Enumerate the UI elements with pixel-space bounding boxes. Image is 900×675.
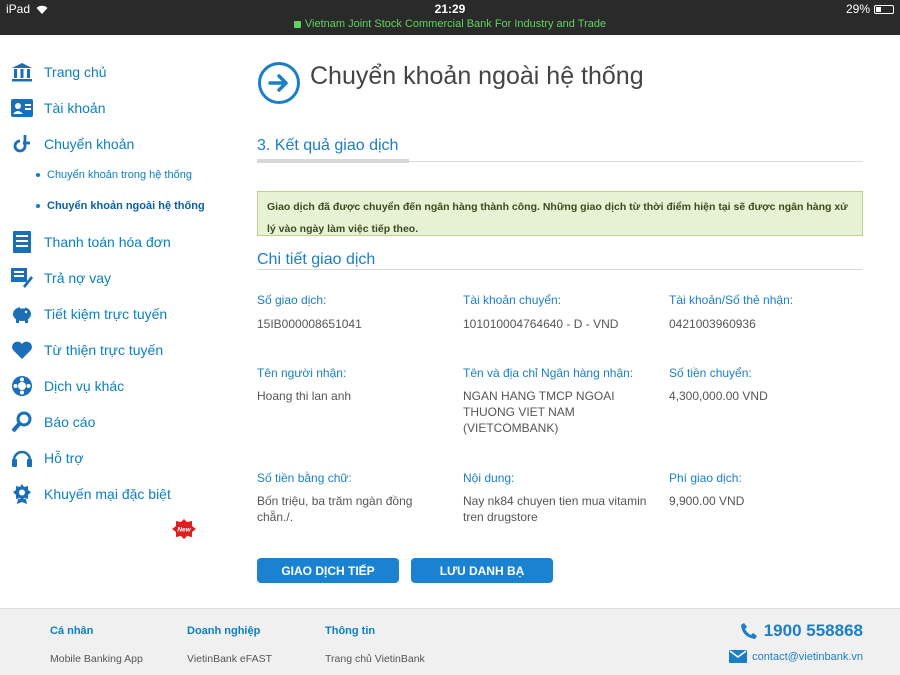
headset-icon: [10, 447, 34, 469]
field-label-description: Nội dung:: [463, 471, 515, 485]
save-contact-button[interactable]: LƯU DANH BẠ: [411, 558, 553, 583]
site-title[interactable]: Vietnam Joint Stock Commercial Bank For …: [0, 18, 900, 30]
footer-heading-business[interactable]: Doanh nghiệp: [187, 625, 260, 637]
transfer-icon: [10, 133, 34, 155]
new-transaction-button[interactable]: GIAO DỊCH TIẾP: [257, 558, 399, 583]
sidebar-item-home[interactable]: Trang chủ: [10, 61, 107, 83]
search-report-icon: [10, 411, 34, 433]
sidebar-item-other-services[interactable]: Dịch vụ khác: [10, 375, 124, 397]
phone-icon: [740, 623, 757, 639]
field-value-receiver-account: 0421003960936: [669, 317, 756, 331]
sidebar-item-label: Dịch vụ khác: [44, 378, 125, 394]
field-label-receiver-bank: Tên và địa chỉ Ngân hàng nhận:: [463, 366, 634, 380]
field-value-source-account: 101010004764640 - D - VND: [463, 317, 619, 331]
email-text: contact@vietinbank.vn: [752, 650, 863, 663]
field-label-receiver-account: Tài khoản/Số thẻ nhận:: [669, 293, 794, 307]
sidebar-item-label: Hỗ trợ: [44, 450, 84, 466]
bullet-icon: [36, 204, 40, 208]
sidebar-item-label: Thanh toán hóa đơn: [44, 234, 171, 250]
field-label-receiver-name: Tên người nhận:: [257, 366, 347, 380]
award-icon: [10, 483, 34, 505]
sidebar-item-transfer[interactable]: Chuyển khoản: [10, 133, 134, 155]
bullet-icon: [36, 173, 40, 177]
account-card-icon: [10, 97, 34, 119]
mail-icon: [729, 650, 748, 663]
site-title-text: Vietnam Joint Stock Commercial Bank For …: [304, 18, 607, 30]
footer-heading-info[interactable]: Thông tin: [325, 625, 375, 637]
sidebar-item-reports[interactable]: Báo cáo: [10, 411, 95, 433]
field-label-transaction-id: Số giao dịch:: [257, 293, 327, 307]
field-value-amount: 4,300,000.00 VND: [669, 389, 768, 403]
piggy-bank-icon: [10, 303, 34, 325]
lock-icon: [293, 20, 301, 28]
field-label-fee: Phí giao dịch:: [669, 471, 742, 485]
battery-icon: [874, 4, 894, 14]
sidebar-item-label: Trang chủ: [44, 64, 107, 80]
footer-link-mobile-banking[interactable]: Mobile Banking App: [50, 653, 143, 665]
arrow-right-circle-icon: [258, 62, 300, 104]
detail-title: Chi tiết giao dịch: [257, 251, 376, 268]
sidebar-item-label: Trả nợ vay: [44, 270, 112, 286]
sidebar-subitem-label: Chuyển khoản ngoài hệ thống: [47, 200, 205, 212]
footer-link-homepage[interactable]: Trang chủ VietinBank: [325, 653, 425, 665]
status-time: 21:29: [434, 2, 466, 16]
field-value-fee: 9,900.00 VND: [669, 494, 745, 508]
contact-email[interactable]: contact@vietinbank.vn: [729, 650, 863, 663]
sidebar-item-loan-repayment[interactable]: Trả nợ vay: [10, 267, 111, 289]
hotline[interactable]: 1900 558868: [740, 621, 863, 641]
sidebar-subitem-external-transfer[interactable]: Chuyển khoản ngoài hệ thống: [36, 200, 205, 212]
footer-link-efast[interactable]: VietinBank eFAST: [187, 653, 272, 665]
field-value-description: Nay nk84 chuyen tien mua vitamin tren dr…: [463, 494, 647, 524]
field-value-amount-in-words: Bốn triệu, ba trăm ngàn đồng chẵn./.: [257, 494, 413, 524]
field-label-amount-in-words: Số tiền bằng chữ:: [257, 471, 352, 485]
bill-icon: [10, 231, 34, 253]
sidebar-item-label: Tài khoản: [44, 100, 106, 116]
page-title: Chuyển khoản ngoài hệ thống: [310, 62, 644, 90]
sidebar-item-bill-payment[interactable]: Thanh toán hóa đơn: [10, 231, 171, 253]
sidebar-item-label: Từ thiện trực tuyến: [44, 342, 164, 358]
detail-divider: [257, 269, 863, 270]
field-label-amount: Số tiền chuyển:: [669, 366, 752, 380]
success-alert: Giao dịch đã được chuyển đến ngân hàng t…: [257, 191, 863, 236]
status-right: 29%: [846, 2, 894, 16]
new-badge-text: New: [177, 527, 191, 534]
status-bar: iPad 21:29 29% Vietnam Joint Stock Comme…: [0, 0, 900, 35]
sidebar-item-online-savings[interactable]: Tiết kiệm trực tuyến: [10, 303, 167, 325]
sidebar-item-label: Khuyến mại đặc biệt: [44, 486, 171, 502]
sidebar-item-account[interactable]: Tài khoản: [10, 97, 105, 119]
bank-icon: [10, 61, 34, 83]
sidebar-item-label: Báo cáo: [44, 414, 96, 430]
sidebar-subitem-internal-transfer[interactable]: Chuyển khoản trong hệ thống: [36, 169, 192, 181]
loan-icon: [10, 267, 34, 289]
field-label-source-account: Tài khoản chuyển:: [463, 293, 562, 307]
sidebar-item-label: Chuyển khoản: [44, 136, 135, 152]
field-value-receiver-name: Hoang thi lan anh: [257, 389, 352, 403]
sidebar-item-promotions[interactable]: Khuyến mại đặc biệt: [10, 483, 171, 505]
hotline-number: 1900 558868: [763, 621, 863, 640]
footer: Cá nhân Mobile Banking App Doanh nghiệp …: [0, 608, 900, 675]
field-value-receiver-bank: NGAN HANG TMCP NGOAI THUONG VIET NAM (VI…: [463, 389, 615, 435]
sidebar-item-support[interactable]: Hỗ trợ: [10, 447, 84, 469]
services-icon: [10, 375, 34, 397]
heart-icon: [10, 339, 34, 361]
footer-heading-personal[interactable]: Cá nhân: [50, 625, 93, 637]
sidebar-subitem-label: Chuyển khoản trong hệ thống: [47, 169, 192, 181]
battery-percent: 29%: [845, 2, 870, 16]
new-badge-icon: New: [172, 519, 196, 539]
step-progress-bar: [257, 159, 409, 163]
sidebar-item-online-charity[interactable]: Từ thiện trực tuyến: [10, 339, 163, 361]
field-value-transaction-id: 15IB000008651041: [257, 317, 362, 331]
sidebar-item-label: Tiết kiệm trực tuyến: [44, 306, 168, 322]
step-title: 3. Kết quả giao dịch: [257, 137, 399, 154]
